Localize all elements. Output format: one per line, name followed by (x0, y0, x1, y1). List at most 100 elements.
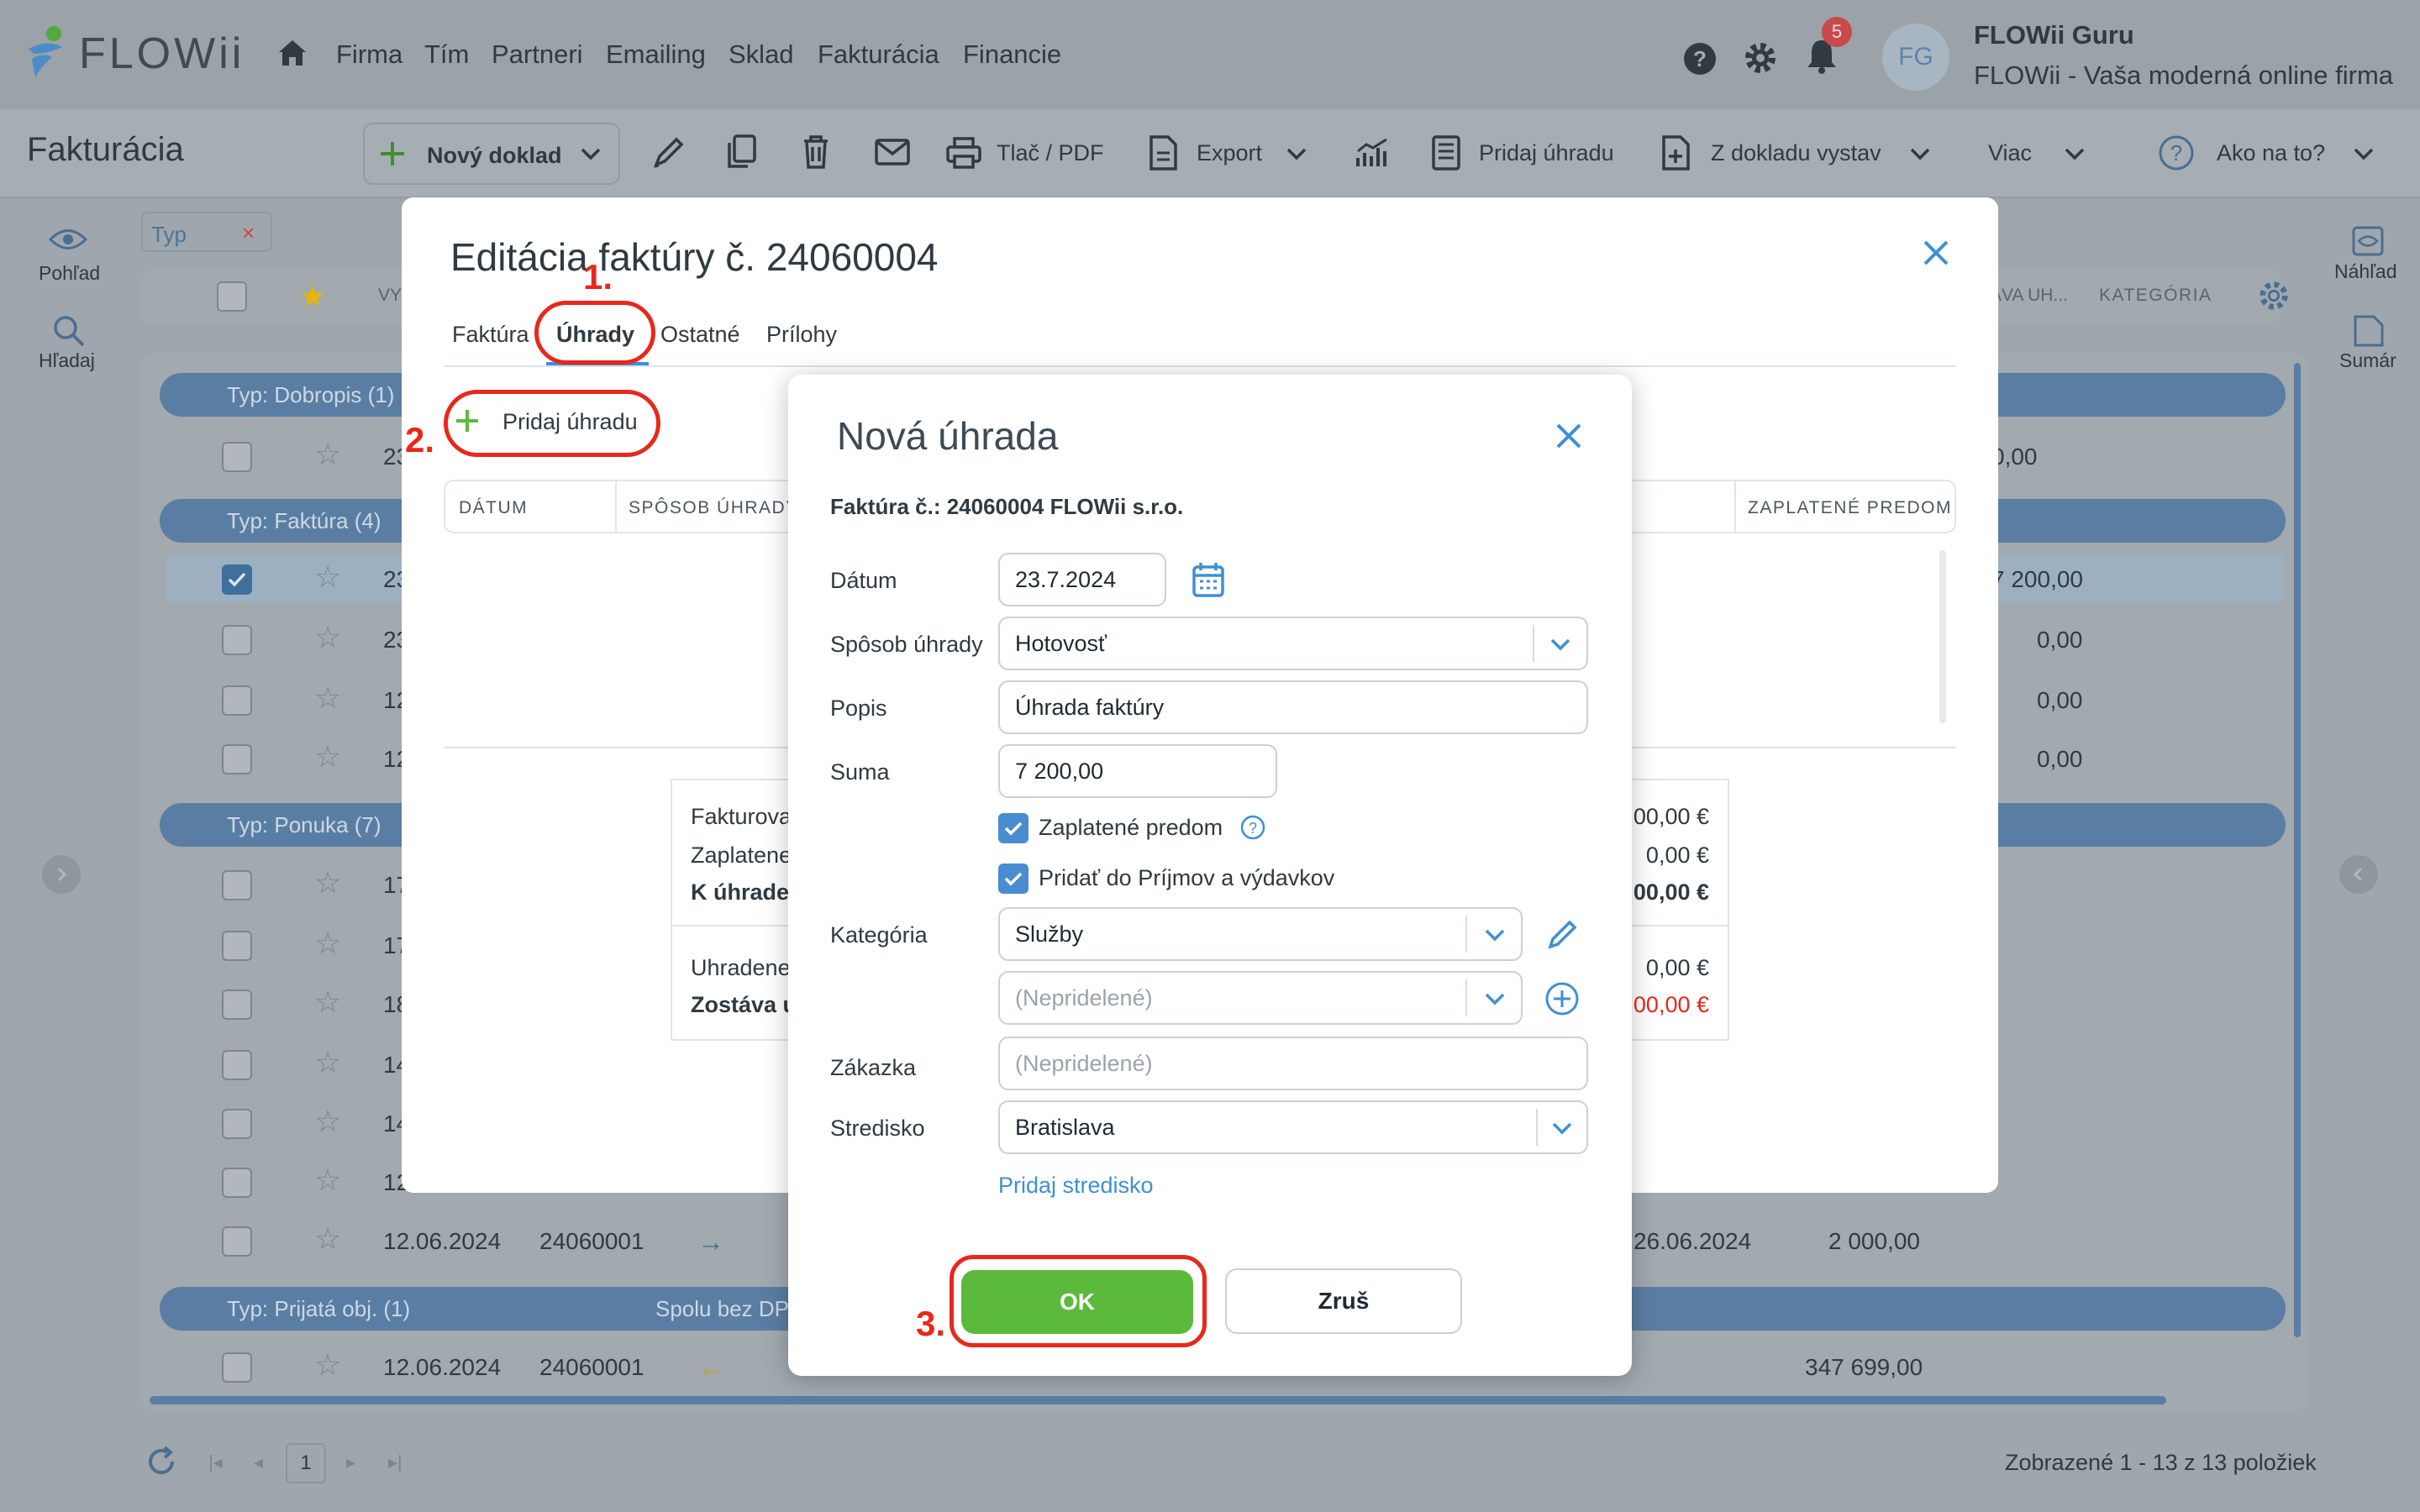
nav-fakturacia[interactable]: Fakturácia (818, 39, 939, 70)
preview-label[interactable]: Náhľad (2334, 260, 2396, 283)
row-star-icon[interactable]: ☆ (314, 984, 341, 1020)
center-select[interactable]: Bratislava (998, 1100, 1588, 1154)
chart-analytics-icon[interactable] (1355, 136, 1390, 170)
filter-chip-close-icon[interactable]: × (242, 220, 255, 246)
row-checkbox-checked[interactable] (222, 564, 252, 595)
edit-pencil-icon[interactable] (651, 134, 685, 171)
row-checkbox[interactable] (222, 1352, 252, 1383)
add-category-plus-circle-icon[interactable] (1544, 981, 1580, 1016)
column-settings-gear-icon[interactable] (2257, 279, 2291, 312)
vertical-scrollbar[interactable] (2294, 363, 2301, 1337)
from-doc-chevron-down-icon[interactable] (1909, 146, 1931, 161)
help-circle-icon[interactable]: ? (2158, 134, 2195, 171)
date-input[interactable]: 23.7.2024 (998, 553, 1166, 606)
refresh-icon[interactable] (145, 1445, 178, 1478)
payment-register-icon[interactable] (1430, 134, 1462, 171)
search-label[interactable]: Hľadaj (39, 349, 95, 372)
row-star-icon[interactable]: ☆ (314, 1347, 341, 1383)
settings-gear-icon[interactable] (1743, 40, 1778, 76)
print-icon[interactable] (945, 136, 982, 170)
howto-label[interactable]: Ako na to? (2217, 140, 2325, 166)
next-page-icon[interactable]: ▸ (346, 1452, 355, 1473)
table-scrollbar[interactable] (1939, 550, 1946, 723)
search-icon[interactable] (52, 314, 86, 348)
view-eye-icon[interactable] (49, 227, 87, 252)
last-page-icon[interactable]: ▸| (388, 1452, 402, 1473)
home-icon[interactable] (277, 39, 308, 67)
info-help-icon[interactable]: ? (1240, 815, 1265, 840)
export-chevron-down-icon[interactable] (1286, 146, 1307, 161)
scroll-right-arrow-icon[interactable] (2339, 855, 2378, 894)
help-icon[interactable]: ? (1683, 42, 1717, 76)
new-document-button[interactable]: Nový doklad (363, 123, 620, 185)
row-checkbox[interactable] (222, 990, 252, 1020)
from-document-label[interactable]: Z dokladu vystav (1711, 140, 1881, 166)
row-star-icon[interactable]: ☆ (314, 680, 341, 716)
subcategory-select[interactable]: (Nepridelené) (998, 971, 1523, 1025)
row-checkbox[interactable] (222, 1109, 252, 1139)
summary-label[interactable]: Sumár (2339, 349, 2396, 372)
preview-icon[interactable] (2351, 225, 2385, 257)
row-star-icon[interactable]: ☆ (314, 559, 341, 595)
row-checkbox[interactable] (222, 625, 252, 655)
close-new-payment-icon[interactable] (1555, 422, 1583, 450)
row-star-icon[interactable]: ☆ (314, 1104, 341, 1139)
delete-trash-icon[interactable] (801, 134, 831, 170)
row-star-icon[interactable]: ☆ (314, 926, 341, 961)
nav-tim[interactable]: Tím (424, 39, 469, 70)
user-avatar[interactable]: FG (1882, 24, 1949, 91)
cancel-button[interactable]: Zruš (1225, 1268, 1462, 1334)
export-document-icon[interactable] (1148, 134, 1178, 171)
row-star-icon[interactable]: ☆ (314, 865, 341, 900)
email-envelope-icon[interactable] (874, 138, 911, 166)
sum-input[interactable]: 7 200,00 (998, 744, 1277, 798)
nav-financie[interactable]: Financie (963, 39, 1061, 70)
howto-chevron-down-icon[interactable] (2353, 146, 2375, 161)
prev-page-icon[interactable]: ◂ (254, 1452, 263, 1473)
scroll-left-arrow-icon[interactable] (42, 855, 81, 894)
row-checkbox[interactable] (222, 1226, 252, 1257)
tab-faktura[interactable]: Faktúra (452, 322, 529, 348)
nav-emailing[interactable]: Emailing (606, 39, 706, 70)
row-star-icon[interactable]: ☆ (314, 739, 341, 774)
nav-sklad[interactable]: Sklad (729, 39, 794, 70)
payment-method-select[interactable]: Hotovosť (998, 617, 1588, 670)
summary-icon[interactable] (2353, 314, 2385, 348)
export-label[interactable]: Export (1197, 140, 1262, 166)
row-checkbox[interactable] (222, 744, 252, 774)
more-chevron-down-icon[interactable] (2064, 146, 2086, 161)
add-payment-toolbar-label[interactable]: Pridaj úhradu (1479, 140, 1614, 166)
horizontal-scrollbar[interactable] (150, 1396, 2166, 1404)
add-to-income-checkbox[interactable] (998, 864, 1028, 894)
favorite-star-icon[interactable]: ★ (299, 279, 326, 314)
row-star-icon[interactable]: ☆ (314, 1221, 341, 1257)
print-pdf-label[interactable]: Tlač / PDF (997, 140, 1104, 166)
description-input[interactable]: Úhrada faktúry (998, 680, 1588, 734)
category-select[interactable]: Služby (998, 907, 1523, 961)
select-all-checkbox[interactable] (217, 281, 247, 312)
view-label[interactable]: Pohľad (39, 262, 100, 285)
tab-ostatne[interactable]: Ostatné (660, 322, 740, 348)
flowii-logo-icon[interactable] (25, 25, 67, 79)
filter-chip-type[interactable]: Typ × (141, 212, 272, 252)
row-star-icon[interactable]: ☆ (314, 620, 341, 655)
prepaid-checkbox[interactable] (998, 813, 1028, 843)
row-checkbox[interactable] (222, 931, 252, 961)
close-dialog-icon[interactable] (1921, 238, 1951, 268)
row-checkbox[interactable] (222, 1050, 252, 1080)
copy-icon[interactable] (724, 133, 758, 171)
row-checkbox[interactable] (222, 1168, 252, 1198)
edit-category-pencil-icon[interactable] (1546, 917, 1580, 951)
nav-firma[interactable]: Firma (336, 39, 402, 70)
row-checkbox[interactable] (222, 870, 252, 900)
row-star-icon[interactable]: ☆ (314, 437, 341, 472)
order-select[interactable]: (Nepridelené) (998, 1037, 1588, 1090)
row-checkbox[interactable] (222, 442, 252, 472)
row-star-icon[interactable]: ☆ (314, 1163, 341, 1198)
row-checkbox[interactable] (222, 685, 252, 716)
more-label[interactable]: Viac (1988, 140, 2032, 166)
row-star-icon[interactable]: ☆ (314, 1045, 341, 1080)
nav-partneri[interactable]: Partneri (492, 39, 583, 70)
tab-prilohy[interactable]: Prílohy (766, 322, 837, 348)
current-page[interactable]: 1 (286, 1443, 326, 1483)
